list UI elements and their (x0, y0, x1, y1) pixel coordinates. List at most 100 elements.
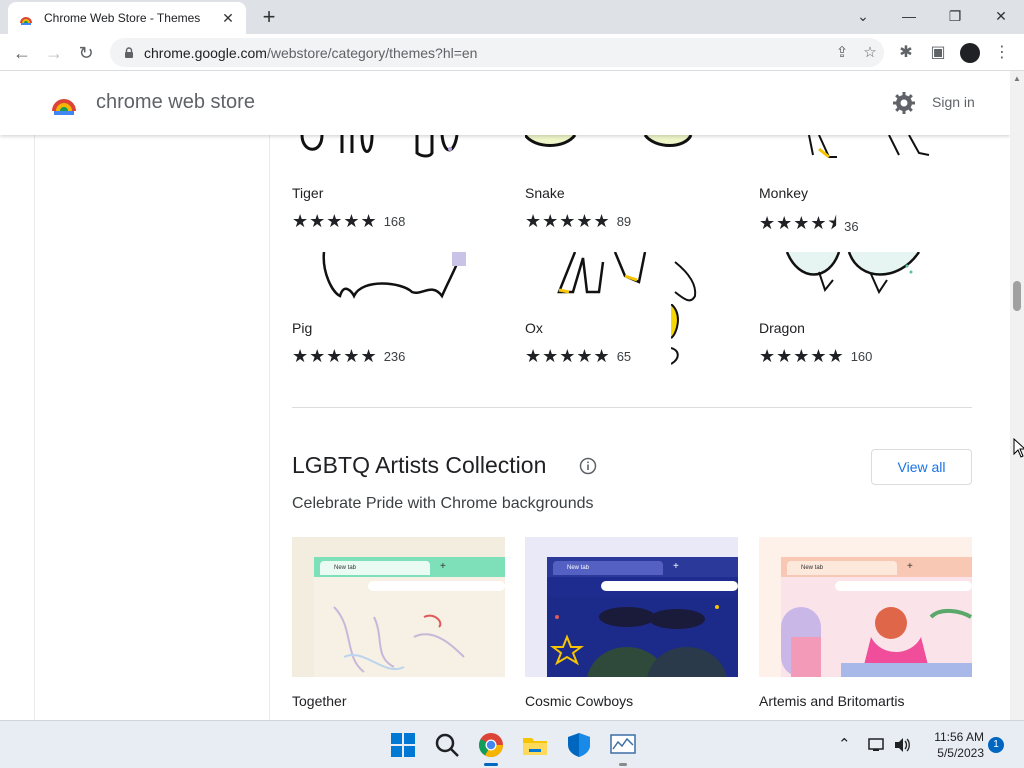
cosmic-cowboys-card[interactable]: New tab + (525, 537, 738, 677)
dragon-thumbnail[interactable] (759, 252, 972, 304)
theme-name[interactable]: Monkey (759, 185, 808, 201)
collection-title: LGBTQ Artists Collection (292, 452, 547, 478)
browser-toolbar: ← → ↻ chrome.google.com/webstore/categor… (0, 34, 1024, 71)
monkey-thumbnail[interactable] (759, 135, 972, 167)
theme-name[interactable]: Pig (292, 320, 312, 336)
collection-subtitle: Celebrate Pride with Chrome backgrounds (292, 495, 594, 512)
profile-avatar-icon[interactable] (960, 43, 980, 63)
rating-count: 65 (616, 349, 632, 364)
mini-tab: New tab (320, 561, 430, 575)
tab-title: Chrome Web Store - Themes (44, 11, 201, 25)
theme-name[interactable]: Snake (525, 185, 565, 201)
system-clock[interactable]: 11:56 AM 5/5/2023 (918, 729, 984, 761)
card-name[interactable]: Artemis and Britomartis (759, 693, 904, 709)
star-rating-icon: ★★★★★ (292, 211, 378, 231)
clock-date: 5/5/2023 (937, 746, 984, 760)
star-rating-icon: ★★★★★ (525, 211, 611, 231)
together-card[interactable]: New tab + (292, 537, 505, 677)
mini-tab: New tab (787, 561, 897, 575)
browser-tab[interactable]: Chrome Web Store - Themes ✕ (8, 2, 246, 34)
sign-in-link[interactable]: Sign in (932, 94, 975, 110)
rating: ★★★★★ 65 (525, 346, 631, 367)
rating-count: 160 (850, 349, 873, 364)
new-tab-button[interactable]: + (256, 5, 282, 31)
pig-thumbnail[interactable] (292, 252, 505, 304)
mini-plus-icon: + (440, 561, 446, 572)
forward-button[interactable]: → (41, 40, 67, 66)
file-explorer-icon[interactable] (521, 731, 549, 759)
security-shield-icon[interactable] (565, 731, 593, 759)
bookmark-star-icon[interactable]: ☆ (856, 41, 884, 65)
scroll-thumb[interactable] (1013, 281, 1021, 311)
extensions-icon[interactable]: ✱ (893, 40, 919, 66)
rating-count: 168 (383, 214, 406, 229)
chrome-icon[interactable] (477, 731, 505, 759)
mini-plus-icon: + (673, 561, 679, 572)
mini-omnibox (368, 581, 505, 591)
artemis-and-britomartis-card[interactable]: New tab + (759, 537, 972, 677)
close-window-button[interactable]: ✕ (987, 4, 1015, 28)
reload-button[interactable]: ↻ (73, 40, 99, 66)
address-bar[interactable]: chrome.google.com/webstore/category/them… (110, 38, 884, 67)
theme-name[interactable]: Dragon (759, 320, 805, 336)
page-content: chrome web store Sign in Tiger ★★★★★ 168… (0, 71, 1010, 720)
theme-name[interactable]: Ox (525, 320, 543, 336)
mini-browser-preview: New tab + (781, 557, 972, 677)
scroll-up-arrow-icon[interactable]: ▲ (1013, 74, 1021, 83)
tiger-thumbnail[interactable] (292, 135, 505, 167)
rating-count: 89 (616, 214, 632, 229)
rating: ★★★★★ 236 (292, 346, 405, 367)
restore-button[interactable]: ❐ (941, 4, 969, 28)
back-button[interactable]: ← (9, 40, 35, 66)
rating: ★★★★⯨ 36 (759, 211, 859, 241)
network-icon[interactable] (866, 735, 886, 755)
rating: ★★★★★ 89 (525, 211, 631, 232)
section-divider (292, 407, 972, 408)
settings-gear-icon[interactable] (892, 91, 916, 115)
theme-name[interactable]: Tiger (292, 185, 323, 201)
mini-omnibox (835, 581, 972, 591)
notification-badge[interactable]: 1 (988, 737, 1004, 753)
star-rating-icon: ★★★★★ (292, 346, 378, 366)
page-scrollbar[interactable]: ▲ (1010, 71, 1024, 720)
lock-icon[interactable] (122, 46, 136, 60)
url-text[interactable]: chrome.google.com/webstore/category/them… (144, 45, 828, 61)
windows-taskbar: ⌃ 11:56 AM 5/5/2023 1 (0, 720, 1024, 768)
rating: ★★★★★ 160 (759, 346, 872, 367)
volume-icon[interactable] (892, 735, 912, 755)
mini-plus-icon: + (907, 561, 913, 572)
store-name[interactable]: chrome web store (96, 91, 255, 114)
title-bar: Chrome Web Store - Themes ✕ + ⌄ — ❐ ✕ (0, 0, 1024, 34)
chrome-menu-icon[interactable]: ⋮ (989, 40, 1015, 66)
rating: ★★★★★ 168 (292, 211, 405, 232)
ox-thumbnail[interactable] (525, 252, 738, 304)
mini-browser-preview: New tab + (547, 557, 738, 677)
resource-monitor-icon[interactable] (609, 731, 637, 759)
side-panel-icon[interactable]: ▣ (925, 40, 951, 66)
chrome-web-store-logo[interactable] (50, 89, 78, 117)
star-rating-icon: ★★★★★ (525, 346, 611, 366)
star-rating-icon: ★★★★⯨ (759, 213, 839, 233)
chrome-web-store-favicon (20, 17, 32, 25)
card-name[interactable]: Cosmic Cowboys (525, 693, 633, 709)
mini-tab: New tab (553, 561, 663, 575)
share-icon[interactable]: ⇪ (828, 41, 856, 65)
mini-browser-preview: New tab + (314, 557, 505, 677)
store-header: chrome web store Sign in (0, 71, 1010, 135)
rating-count: 36 (844, 218, 859, 234)
tray-overflow-chevron-icon[interactable]: ⌃ (838, 735, 851, 753)
snake-thumbnail[interactable] (525, 135, 738, 167)
category-sidebar (34, 135, 270, 720)
mouse-cursor-icon (1013, 438, 1024, 458)
card-name[interactable]: Together (292, 693, 346, 709)
windows-start-icon[interactable] (389, 731, 417, 759)
search-icon[interactable] (433, 731, 461, 759)
minimize-button[interactable]: — (895, 4, 923, 28)
view-all-button[interactable]: View all (871, 449, 972, 485)
tab-close-icon[interactable]: ✕ (220, 10, 236, 26)
open-app-indicator (619, 763, 627, 766)
rating-count: 236 (383, 349, 406, 364)
mini-omnibox (601, 581, 738, 591)
tab-search-icon[interactable]: ⌄ (849, 4, 877, 28)
info-icon[interactable] (579, 457, 597, 475)
